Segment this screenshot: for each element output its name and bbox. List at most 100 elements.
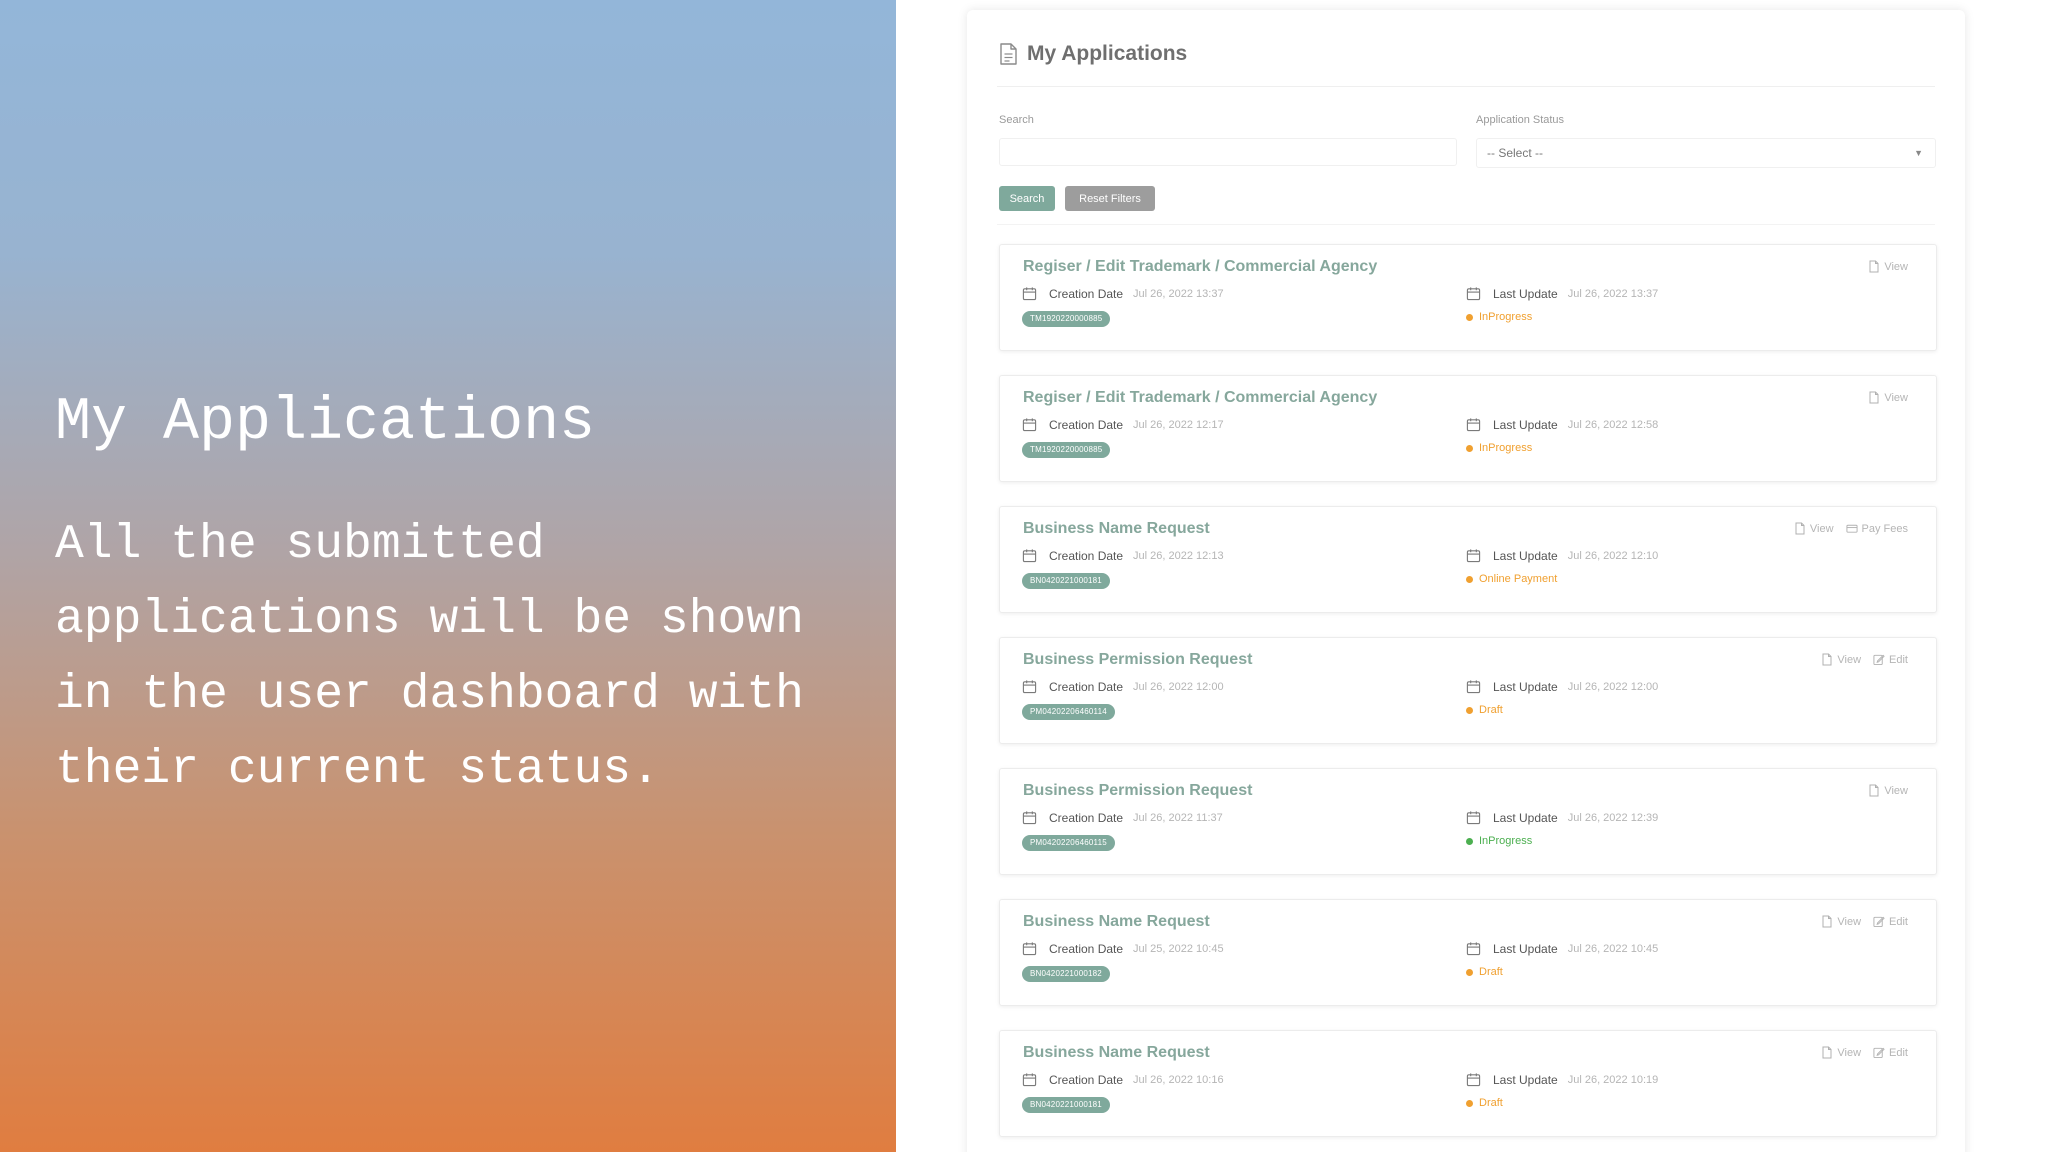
view-action[interactable]: View — [1821, 1046, 1861, 1059]
document-icon — [1795, 522, 1805, 535]
slide-description: All the submitted applications will be s… — [55, 518, 804, 797]
application-title[interactable]: Business Name Request — [1023, 913, 1210, 931]
status-indicator: InProgress — [1466, 835, 1532, 847]
last-update-row: Last Update Jul 26, 2022 12:39 — [1466, 810, 1658, 825]
status-text: Online Payment — [1479, 573, 1558, 585]
search-input[interactable] — [999, 138, 1457, 166]
view-action[interactable]: View — [1821, 653, 1861, 666]
search-button[interactable]: Search — [999, 186, 1055, 211]
creation-date-label: Creation Date — [1049, 548, 1124, 563]
action-label: View — [1837, 915, 1862, 928]
card-actions: View — [1868, 391, 1908, 404]
creation-date-label: Creation Date — [1049, 1072, 1124, 1087]
edit-icon — [1873, 654, 1885, 666]
calendar-icon — [1022, 942, 1037, 956]
application-title[interactable]: Business Name Request — [1023, 1044, 1210, 1062]
application-title[interactable]: Regiser / Edit Trademark / Commercial Ag… — [1023, 258, 1377, 276]
creation-date-row: Creation Date Jul 26, 2022 12:00 — [1022, 679, 1224, 694]
document-icon — [1822, 1046, 1832, 1059]
status-dot — [1466, 575, 1473, 583]
last-update-label: Last Update — [1493, 679, 1558, 694]
status-dot — [1466, 968, 1473, 976]
document-icon — [1822, 915, 1832, 928]
status-dot — [1466, 1099, 1473, 1107]
last-update-row: Last Update Jul 26, 2022 10:45 — [1466, 941, 1658, 956]
view-action[interactable]: View — [1821, 915, 1861, 928]
creation-date-value: Jul 25, 2022 10:45 — [1133, 942, 1224, 955]
edit-action[interactable]: Edit — [1873, 1046, 1908, 1059]
reference-badge: PM04202206460114 — [1022, 704, 1115, 720]
creation-date-value: Jul 26, 2022 12:17 — [1133, 418, 1224, 431]
action-label: View — [1837, 1046, 1862, 1059]
panel-header: My Applications — [997, 42, 1187, 66]
calendar-icon — [1466, 680, 1481, 694]
last-update-value: Jul 26, 2022 10:19 — [1567, 1073, 1659, 1086]
view-action[interactable]: View — [1868, 784, 1908, 797]
action-label: Edit — [1889, 1046, 1908, 1059]
last-update-value: Jul 26, 2022 10:45 — [1567, 942, 1659, 955]
application-card: Business Name Request Creation Date Jul … — [999, 899, 1937, 1006]
last-update-row: Last Update Jul 26, 2022 10:19 — [1466, 1072, 1658, 1087]
last-update-row: Last Update Jul 26, 2022 12:00 — [1466, 679, 1658, 694]
last-update-label: Last Update — [1493, 810, 1558, 825]
creation-date-row: Creation Date Jul 25, 2022 10:45 — [1022, 941, 1224, 956]
edit-action[interactable]: Edit — [1873, 915, 1908, 928]
reference-badge: TM1920220000885 — [1022, 442, 1111, 458]
view-action[interactable]: View — [1868, 260, 1908, 273]
header-divider — [997, 86, 1935, 87]
status-dot — [1466, 706, 1473, 714]
creation-date-label: Creation Date — [1049, 417, 1124, 432]
view-action[interactable]: View — [1794, 522, 1834, 535]
creation-date-label: Creation Date — [1049, 679, 1124, 694]
reference-badge: BN0420221000181 — [1022, 1097, 1110, 1113]
pay-fees-action[interactable]: Pay Fees — [1845, 522, 1908, 535]
status-indicator: Draft — [1466, 966, 1503, 978]
application-title[interactable]: Regiser / Edit Trademark / Commercial Ag… — [1023, 389, 1377, 407]
reset-filters-button[interactable]: Reset Filters — [1065, 186, 1155, 211]
calendar-icon — [1022, 811, 1037, 825]
action-label: Edit — [1889, 915, 1908, 928]
creation-date-row: Creation Date Jul 26, 2022 11:37 — [1022, 810, 1223, 825]
action-label: Pay Fees — [1861, 522, 1908, 535]
action-label: View — [1884, 260, 1908, 273]
status-filter-value: -- Select -- — [1487, 146, 1544, 160]
last-update-row: Last Update Jul 26, 2022 12:58 — [1466, 417, 1658, 432]
status-text: InProgress — [1479, 442, 1533, 454]
application-title[interactable]: Business Name Request — [1023, 520, 1210, 538]
edit-icon — [1873, 1047, 1885, 1059]
creation-date-row: Creation Date Jul 26, 2022 12:13 — [1022, 548, 1224, 563]
action-label: View — [1837, 653, 1862, 666]
calendar-icon — [1466, 418, 1481, 432]
creation-date-label: Creation Date — [1049, 286, 1124, 301]
application-card: Business Name Request Creation Date Jul … — [999, 1030, 1937, 1137]
last-update-value: Jul 26, 2022 12:58 — [1567, 418, 1659, 431]
action-label: View — [1884, 391, 1908, 404]
document-icon — [1869, 391, 1879, 404]
view-action[interactable]: View — [1868, 391, 1908, 404]
last-update-value: Jul 26, 2022 12:39 — [1567, 811, 1659, 824]
creation-date-value: Jul 26, 2022 10:16 — [1133, 1073, 1224, 1086]
status-filter-label: Application Status — [1476, 114, 1565, 126]
status-indicator: Draft — [1466, 1097, 1503, 1109]
search-label: Search — [999, 114, 1034, 126]
edit-action[interactable]: Edit — [1873, 653, 1908, 666]
application-title[interactable]: Business Permission Request — [1023, 782, 1252, 800]
creation-date-value: Jul 26, 2022 12:00 — [1133, 680, 1224, 693]
creation-date-row: Creation Date Jul 26, 2022 12:17 — [1022, 417, 1224, 432]
left-panel: My Applications All the submitted applic… — [0, 0, 896, 1152]
calendar-icon — [1466, 1073, 1481, 1087]
application-card: Regiser / Edit Trademark / Commercial Ag… — [999, 375, 1937, 482]
action-label: View — [1809, 522, 1834, 535]
chevron-down-icon: ▼ — [1914, 148, 1923, 158]
document-icon — [1822, 653, 1832, 666]
card-actions: View Edit — [1821, 915, 1908, 928]
document-icon — [1869, 784, 1879, 797]
status-filter-select[interactable]: -- Select -- ▼ — [1476, 138, 1936, 168]
calendar-icon — [1022, 680, 1037, 694]
filters-divider — [997, 224, 1935, 225]
calendar-icon — [1466, 942, 1481, 956]
status-text: Draft — [1479, 966, 1503, 978]
last-update-row: Last Update Jul 26, 2022 12:10 — [1466, 548, 1658, 563]
application-title[interactable]: Business Permission Request — [1023, 651, 1252, 669]
action-label: View — [1884, 784, 1908, 797]
